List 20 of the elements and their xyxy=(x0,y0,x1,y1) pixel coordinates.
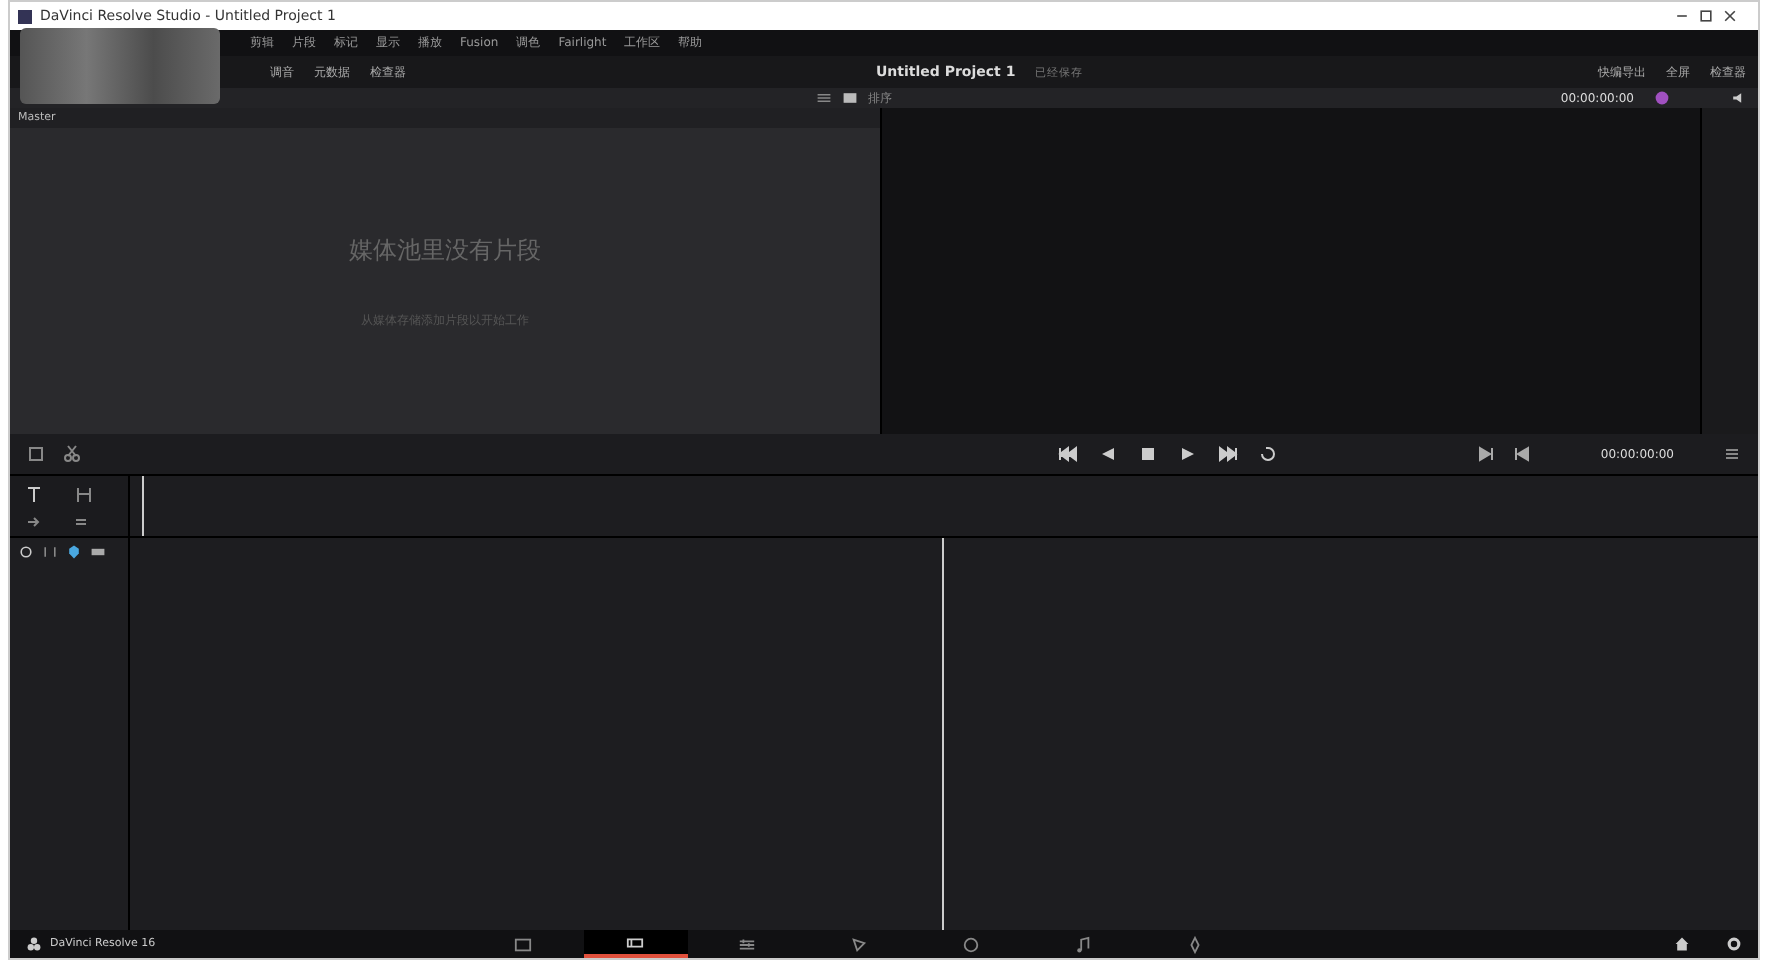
close-icon[interactable] xyxy=(1722,8,1738,24)
reverse-icon[interactable] xyxy=(1098,444,1118,464)
home-icon[interactable] xyxy=(1674,936,1690,952)
empty-title: 媒体池里没有片段 xyxy=(349,233,541,267)
mark-out-icon[interactable] xyxy=(1512,444,1533,464)
stop-icon[interactable] xyxy=(1138,444,1158,464)
maximize-icon[interactable] xyxy=(1698,8,1714,24)
menu-icon[interactable] xyxy=(1722,444,1742,464)
loop-icon[interactable] xyxy=(1258,444,1278,464)
scissors-icon[interactable] xyxy=(62,444,82,464)
jump-start-icon[interactable] xyxy=(1058,444,1078,464)
app-logo-icon xyxy=(18,9,32,23)
grid-view-icon[interactable] xyxy=(842,90,858,106)
list-view-icon[interactable] xyxy=(816,90,832,106)
resolve-logo-icon[interactable] xyxy=(26,936,42,952)
page-tab[interactable] xyxy=(583,930,688,958)
play-icon[interactable] xyxy=(1178,444,1198,464)
mark-in-icon[interactable] xyxy=(1476,444,1497,464)
music-note-icon xyxy=(1074,935,1093,953)
jump-end-icon[interactable] xyxy=(1218,444,1238,464)
